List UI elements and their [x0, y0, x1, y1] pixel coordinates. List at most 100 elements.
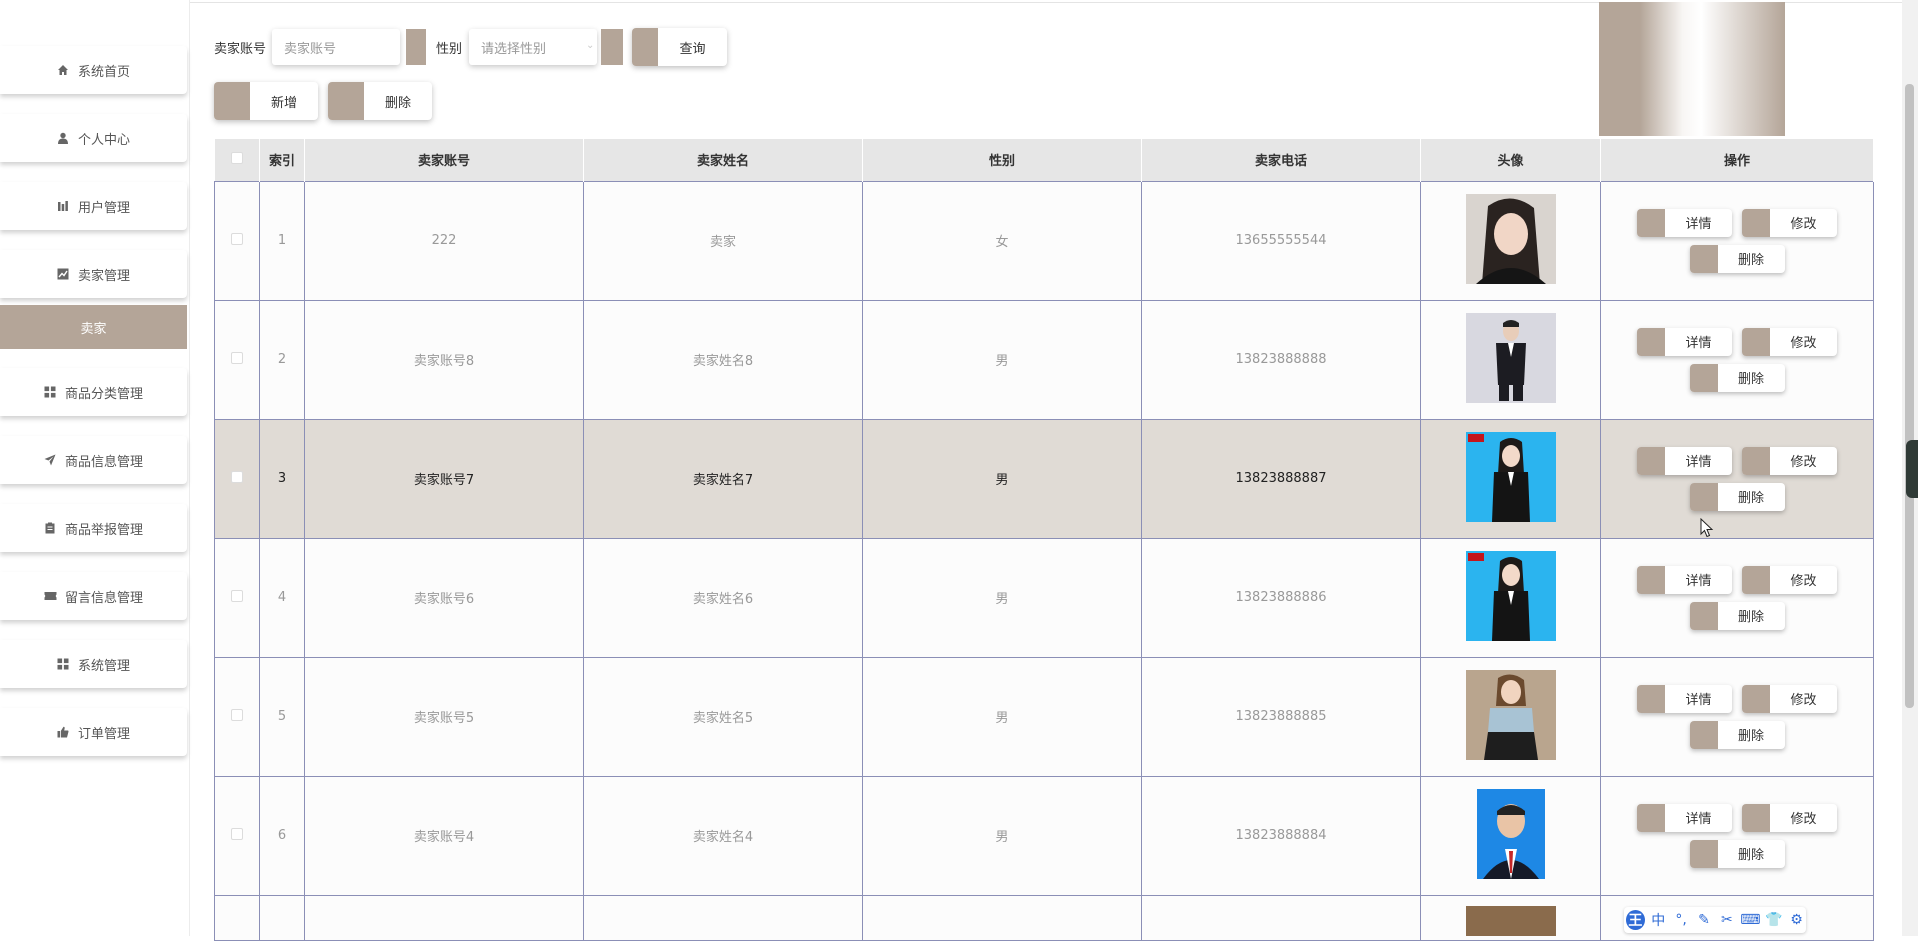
- edit-button[interactable]: 修改: [1742, 327, 1837, 356]
- detail-button[interactable]: 详情: [1637, 803, 1732, 832]
- delete-button-label: 删除: [1737, 491, 1764, 506]
- button-accent: [1689, 363, 1718, 392]
- sidebar-item-categories[interactable]: 商品分类管理: [0, 368, 187, 416]
- line-chart-icon: [57, 268, 70, 281]
- delete-button[interactable]: 删除: [1689, 601, 1785, 630]
- sidebar-item-profile[interactable]: 个人中心: [0, 114, 187, 162]
- column-header: 操作: [1600, 139, 1874, 181]
- avatar-image[interactable]: [1476, 788, 1545, 879]
- row-checkbox[interactable]: [231, 827, 243, 840]
- ime-chinese-mode[interactable]: 中: [1649, 910, 1668, 930]
- ime-scissors-icon[interactable]: ✂: [1717, 910, 1736, 930]
- table-row[interactable]: 6 卖家账号4 卖家姓名4 男 13823888884 详情 修改 删除: [214, 775, 1874, 896]
- row-checkbox[interactable]: [231, 470, 243, 483]
- sidebar-item-sellers[interactable]: 卖家管理: [0, 250, 187, 298]
- edit-button-label: 修改: [1790, 574, 1817, 589]
- account-search-input[interactable]: 卖家账号: [272, 29, 400, 65]
- row-select-cell: [214, 180, 260, 301]
- row-checkbox[interactable]: [231, 351, 243, 364]
- edit-button-label: 修改: [1790, 455, 1817, 470]
- gender-cell: [862, 894, 1142, 941]
- row-checkbox[interactable]: [231, 589, 243, 602]
- sidebar-subitem-seller[interactable]: 卖家: [0, 305, 187, 349]
- column-header: 卖家账号: [304, 139, 584, 181]
- ime-settings-icon[interactable]: ⚙: [1787, 910, 1806, 930]
- avatar-image[interactable]: [1465, 312, 1556, 403]
- user-icon: [57, 132, 70, 145]
- ime-skin-icon[interactable]: 👕: [1764, 910, 1783, 930]
- ime-keyboard-icon[interactable]: ⌨: [1740, 910, 1760, 930]
- batch-delete-button[interactable]: 删除: [328, 82, 432, 120]
- detail-button[interactable]: 详情: [1637, 208, 1732, 237]
- ime-handwriting-icon[interactable]: ✎: [1695, 910, 1714, 930]
- gender-cell: 男: [862, 537, 1142, 658]
- index-cell: 3: [259, 418, 305, 539]
- delete-button[interactable]: 删除: [1689, 244, 1785, 273]
- edit-button[interactable]: 修改: [1742, 803, 1837, 832]
- sidebar-item-home[interactable]: 系统首页: [0, 46, 187, 94]
- row-select-cell: [214, 656, 260, 777]
- home-icon: [57, 64, 70, 77]
- ticket-icon: [44, 590, 57, 603]
- button-accent: [1637, 684, 1665, 713]
- edit-button[interactable]: 修改: [1742, 565, 1837, 594]
- sidebar-item-label: 留言信息管理: [64, 590, 143, 606]
- account-cell: [304, 894, 584, 941]
- index-cell: 4: [259, 537, 305, 658]
- delete-button[interactable]: 删除: [1689, 482, 1785, 511]
- detail-button[interactable]: 详情: [1637, 684, 1732, 713]
- row-checkbox[interactable]: [231, 708, 243, 721]
- avatar-image[interactable]: [1465, 193, 1556, 284]
- sidebar-item-users[interactable]: 用户管理: [0, 182, 187, 230]
- detail-button[interactable]: 详情: [1637, 565, 1732, 594]
- sidebar-item-reports[interactable]: 商品举报管理: [0, 504, 187, 552]
- name-cell: 卖家姓名7: [583, 418, 863, 539]
- thumbs-up-icon: [57, 726, 70, 739]
- sidebar-item-products[interactable]: 商品信息管理: [0, 436, 187, 484]
- phone-cell: 13823888885: [1141, 656, 1421, 777]
- scrollbar-thumb[interactable]: [1905, 84, 1914, 708]
- table-row[interactable]: 1 222 卖家 女 13655555544 详情 修改 删除: [214, 180, 1874, 301]
- avatar-image[interactable]: [1465, 669, 1556, 760]
- sidebar-item-system[interactable]: 系统管理: [0, 640, 187, 688]
- account-input-accent: [406, 29, 426, 65]
- column-header: 头像: [1420, 139, 1601, 181]
- avatar-image[interactable]: [1465, 905, 1556, 936]
- button-accent: [1689, 720, 1718, 749]
- delete-button-label: 删除: [1737, 610, 1764, 625]
- account-cell: 卖家账号5: [304, 656, 584, 777]
- query-button[interactable]: 查询: [632, 28, 727, 66]
- side-widget-tab[interactable]: [1906, 440, 1918, 498]
- row-checkbox[interactable]: [231, 232, 243, 245]
- avatar-cell: [1420, 656, 1601, 777]
- edit-button[interactable]: 修改: [1742, 446, 1837, 475]
- delete-button[interactable]: 删除: [1689, 720, 1785, 749]
- gender-select[interactable]: 请选择性别: [469, 29, 597, 65]
- table-row[interactable]: 2 卖家账号8 卖家姓名8 男 13823888888 详情 修改 删除: [214, 299, 1874, 420]
- avatar-image[interactable]: [1465, 550, 1556, 641]
- sidebar: 系统首页 个人中心 用户管理 卖家管理 卖家 商品分类管理 商品信息管理 商品举…: [0, 0, 190, 936]
- row-select-cell: [214, 894, 260, 941]
- avatar-cell: [1420, 894, 1601, 941]
- detail-button[interactable]: 详情: [1637, 327, 1732, 356]
- send-icon: [44, 454, 57, 467]
- row-select-cell: [214, 418, 260, 539]
- grid-icon: [44, 386, 57, 399]
- delete-button[interactable]: 删除: [1689, 839, 1785, 868]
- sidebar-item-orders[interactable]: 订单管理: [0, 708, 187, 756]
- edit-button[interactable]: 修改: [1742, 208, 1837, 237]
- delete-button[interactable]: 删除: [1689, 363, 1785, 392]
- row-select-cell: [214, 775, 260, 896]
- avatar-image[interactable]: [1465, 431, 1556, 522]
- table-row[interactable]: 3 卖家账号7 卖家姓名7 男 13823888887 详情 修改 删除: [214, 418, 1874, 539]
- ime-punctuation-icon[interactable]: °,: [1672, 910, 1691, 930]
- edit-button[interactable]: 修改: [1742, 684, 1837, 713]
- add-button[interactable]: 新增: [214, 82, 318, 120]
- table-row[interactable]: 4 卖家账号6 卖家姓名6 男 13823888886 详情 修改 删除: [214, 537, 1874, 658]
- table-row[interactable]: 5 卖家账号5 卖家姓名5 男 13823888885 详情 修改 删除: [214, 656, 1874, 777]
- select-all-checkbox[interactable]: [230, 151, 243, 164]
- button-accent: [1742, 208, 1770, 237]
- sidebar-item-messages[interactable]: 留言信息管理: [0, 572, 187, 620]
- ime-logo-icon[interactable]: 王: [1626, 910, 1645, 930]
- detail-button[interactable]: 详情: [1637, 446, 1732, 475]
